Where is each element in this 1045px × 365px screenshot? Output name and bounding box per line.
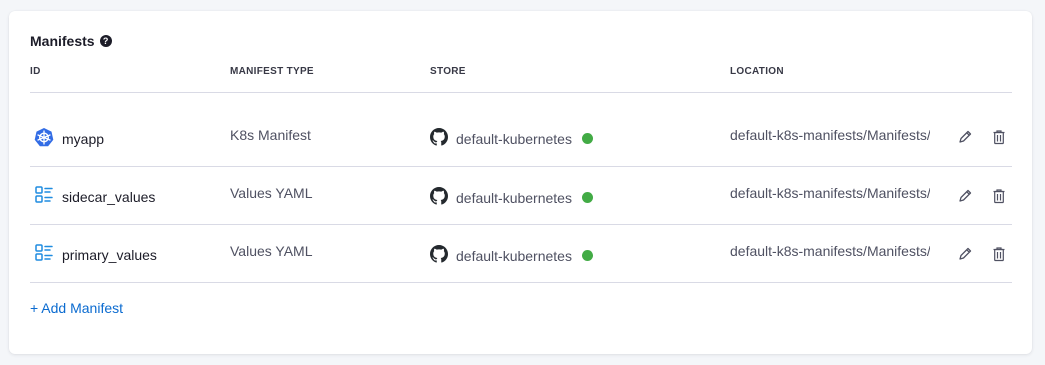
location: default-k8s-manifests/Manifests/Cloud Pl… (730, 243, 930, 259)
column-header-store: STORE (430, 66, 466, 77)
status-dot (581, 192, 593, 203)
help-icon[interactable]: ? (99, 35, 112, 47)
manifest-id[interactable]: myapp (62, 131, 104, 147)
store-name: default-kubernetes (456, 247, 572, 264)
store-cell: default-kubernetes (430, 128, 593, 149)
id-cell: sidecar_values (34, 185, 155, 208)
delete-icon[interactable] (990, 128, 1008, 146)
table-row: primary_values Values YAML default-kuber… (30, 224, 1012, 282)
github-icon (430, 128, 448, 149)
store-cell: default-kubernetes (430, 187, 593, 208)
manifest-id[interactable]: primary_values (62, 247, 157, 263)
values-yaml-icon (34, 243, 54, 266)
header-divider (30, 92, 1012, 93)
location: default-k8s-manifests/Manifests/Cloud Pl… (730, 185, 930, 201)
column-header-manifest-type: MANIFEST TYPE (230, 66, 314, 77)
table-row: sidecar_values Values YAML default-kuber… (30, 166, 1012, 224)
edit-icon[interactable] (956, 128, 974, 146)
id-cell: primary_values (34, 243, 157, 266)
status-dot (581, 250, 593, 261)
github-icon (430, 245, 448, 266)
status-dot (581, 133, 593, 144)
id-cell: myapp (34, 127, 104, 150)
location: default-k8s-manifests/Manifests/Cloud Pl… (730, 127, 930, 143)
store-name: default-kubernetes (456, 130, 572, 147)
manifests-card: Manifests ? ID MANIFEST TYPE STORE LOCAT… (9, 11, 1032, 354)
values-yaml-icon (34, 185, 54, 208)
delete-icon[interactable] (990, 187, 1008, 205)
manifest-type: Values YAML (230, 185, 313, 201)
manifests-header: Manifests ? (30, 33, 112, 49)
edit-icon[interactable] (956, 187, 974, 205)
add-manifest-link[interactable]: + Add Manifest (30, 300, 123, 316)
column-header-id: ID (30, 66, 41, 77)
edit-icon[interactable] (956, 245, 974, 263)
manifest-type: K8s Manifest (230, 127, 311, 143)
table-row: myapp K8s Manifest default-kubernetes de… (30, 107, 1012, 165)
manifest-type: Values YAML (230, 243, 313, 259)
row-divider (30, 282, 1012, 283)
store-cell: default-kubernetes (430, 245, 593, 266)
store-name: default-kubernetes (456, 189, 572, 206)
section-title: Manifests (30, 33, 95, 49)
column-header-location: LOCATION (730, 66, 784, 77)
manifest-id[interactable]: sidecar_values (62, 189, 155, 205)
kubernetes-icon (34, 127, 54, 150)
delete-icon[interactable] (990, 245, 1008, 263)
github-icon (430, 187, 448, 208)
